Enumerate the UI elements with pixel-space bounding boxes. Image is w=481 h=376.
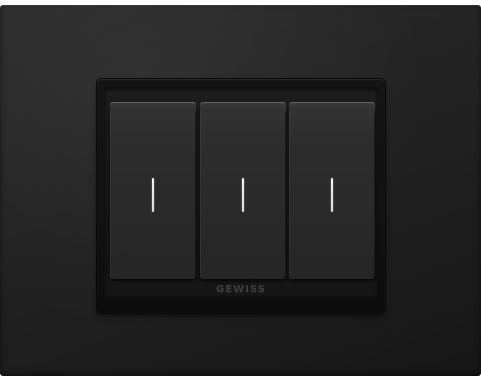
switch-frame: GEWISS bbox=[97, 79, 385, 313]
photo-stage: GEWISS bbox=[0, 0, 481, 376]
indicator-line-icon bbox=[331, 178, 333, 212]
wall-plate: GEWISS bbox=[0, 5, 481, 376]
brand-logo-text: GEWISS bbox=[216, 284, 266, 295]
indicator-line-icon bbox=[242, 178, 244, 212]
rocker-switch-right[interactable] bbox=[289, 102, 375, 279]
rocker-switch-middle[interactable] bbox=[200, 102, 286, 279]
rocker-switch-left[interactable] bbox=[110, 102, 196, 279]
indicator-line-icon bbox=[152, 178, 154, 212]
